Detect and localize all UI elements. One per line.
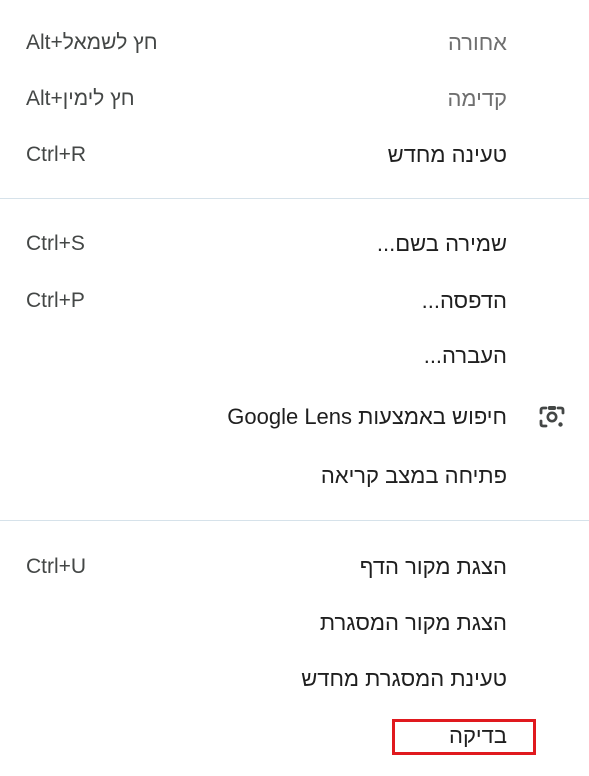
- menu-item-view-page-source[interactable]: הצגת מקור הדף Ctrl+U: [0, 539, 589, 595]
- menu-item-save-as[interactable]: שמירה בשם... Ctrl+S: [0, 216, 589, 272]
- menu-item-inspect[interactable]: בדיקה: [0, 708, 589, 764]
- menu-item-print-shortcut: Ctrl+P: [26, 289, 85, 312]
- menu-item-reload[interactable]: טעינה מחדש Ctrl+R: [0, 127, 589, 183]
- menu-divider: [0, 520, 589, 521]
- context-menu: אחורה Alt+חץ לשמאל קדימה Alt+חץ לימין טע…: [0, 0, 589, 776]
- menu-item-save-as-label: שמירה בשם...: [376, 231, 507, 256]
- menu-item-cast-label: העברה...: [423, 343, 507, 368]
- menu-item-print-label: הדפסה...: [421, 288, 507, 313]
- menu-item-reload-label: טעינה מחדש: [387, 142, 507, 167]
- menu-item-google-lens[interactable]: חיפוש באמצעות Google Lens: [0, 389, 589, 445]
- menu-item-view-frame-source-label: הצגת מקור המסגרת: [319, 610, 507, 635]
- menu-item-view-frame-source[interactable]: הצגת מקור המסגרת: [0, 595, 589, 651]
- menu-item-view-page-source-shortcut: Ctrl+U: [26, 555, 87, 578]
- menu-item-back[interactable]: אחורה Alt+חץ לשמאל: [0, 15, 589, 71]
- menu-item-forward[interactable]: קדימה Alt+חץ לימין: [0, 71, 589, 127]
- google-lens-icon: [537, 402, 567, 432]
- menu-item-reading-mode-label: פתיחה במצב קריאה: [320, 463, 507, 488]
- menu-item-print[interactable]: הדפסה... Ctrl+P: [0, 273, 589, 329]
- menu-item-reload-frame[interactable]: טעינת המסגרת מחדש: [0, 651, 589, 707]
- menu-item-cast[interactable]: העברה...: [0, 328, 589, 384]
- menu-item-reading-mode[interactable]: פתיחה במצב קריאה: [0, 448, 589, 504]
- menu-item-save-as-shortcut: Ctrl+S: [26, 232, 85, 255]
- menu-item-back-shortcut: Alt+חץ לשמאל: [26, 31, 158, 54]
- menu-item-forward-label: קדימה: [447, 86, 507, 111]
- menu-item-inspect-label: בדיקה: [449, 723, 507, 748]
- menu-item-reload-shortcut: Ctrl+R: [26, 143, 87, 166]
- menu-item-forward-shortcut: Alt+חץ לימין: [26, 87, 135, 110]
- menu-item-view-page-source-label: הצגת מקור הדף: [359, 554, 507, 579]
- menu-item-reload-frame-label: טעינת המסגרת מחדש: [301, 666, 507, 691]
- menu-divider: [0, 198, 589, 199]
- menu-item-back-label: אחורה: [447, 30, 507, 55]
- menu-item-google-lens-label: חיפוש באמצעות Google Lens: [227, 404, 507, 429]
